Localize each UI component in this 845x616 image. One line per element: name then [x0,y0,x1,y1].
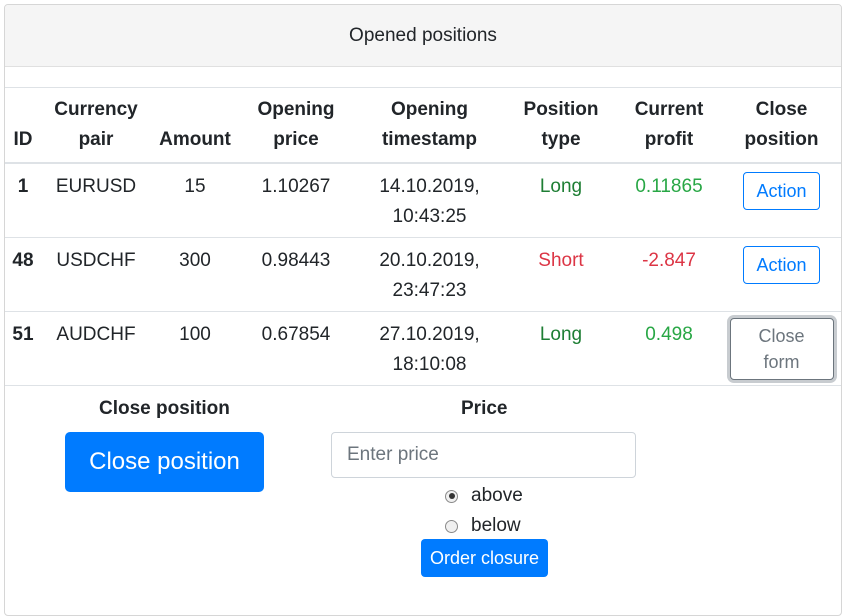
table-header-row: ID Currency pair Amount Opening price Open… [5,88,841,164]
cell-timestamp: 20.10.2019, 23:47:23 [353,237,506,312]
col-header-currency-pair: Currency pair [41,88,151,164]
radio-above-label: above [471,485,523,506]
radio-above[interactable] [445,489,458,503]
cell-action: Close form [722,311,841,386]
cell-id: 48 [5,237,41,312]
cell-timestamp: 14.10.2019, 10:43:25 [353,163,506,238]
cell-amount: 15 [151,163,239,238]
col-header-position-type: Position type [506,88,616,164]
cell-timestamp: 27.10.2019, 18:10:08 [353,311,506,386]
col-header-id: ID [5,88,41,164]
cell-profit: 0.11865 [616,163,722,238]
radio-below[interactable] [445,519,458,533]
cell-type: Short [506,237,616,312]
cell-pair: AUDCHF [41,311,151,386]
cell-pair: USDCHF [41,237,151,312]
action-button[interactable]: Action [743,172,820,210]
cell-type: Long [506,163,616,238]
cell-id: 1 [5,163,41,238]
table-row: 48 USDCHF 300 0.98443 20.10.2019, 23:47:2… [5,237,841,312]
col-header-amount: Amount [151,88,239,164]
cell-action: Action [722,163,841,238]
timestamp-time: 18:10:08 [392,354,467,375]
timestamp-time: 23:47:23 [392,280,467,301]
close-position-label: Close position [99,398,230,419]
order-closure-button[interactable]: Order closure [421,539,548,577]
table-row: 51 AUDCHF 100 0.67854 27.10.2019, 18:10:0… [5,311,841,386]
card-header: Opened positions [5,5,841,67]
cell-profit: -2.847 [616,237,722,312]
col-header-close-position: Close position [722,88,841,164]
cell-id: 51 [5,311,41,386]
price-input[interactable] [331,432,636,478]
close-form-label-2: form [763,352,800,372]
cell-price: 1.10267 [239,163,353,238]
cell-profit: 0.498 [616,311,722,386]
close-form-label-1: Close [758,326,805,346]
timestamp-date: 20.10.2019, [379,250,480,271]
cell-price: 0.67854 [239,311,353,386]
action-button[interactable]: Action [743,246,820,284]
col-header-current-profit: Current profit [616,88,722,164]
radio-above-row[interactable]: above [445,485,523,507]
page-title: Opened positions [349,24,497,46]
radio-below-label: below [471,515,521,536]
cell-pair: EURUSD [41,163,151,238]
cell-price: 0.98443 [239,237,353,312]
cell-action: Action [722,237,841,312]
close-position-form: Close position Close position Price abov… [5,386,841,615]
timestamp-date: 27.10.2019, [379,324,480,345]
radio-below-row[interactable]: below [445,515,521,537]
timestamp-time: 10:43:25 [392,206,467,227]
positions-card: Opened positions ID Currency pair Amount … [4,4,842,616]
cell-amount: 100 [151,311,239,386]
close-position-button[interactable]: Close position [65,432,264,492]
price-label: Price [461,398,508,419]
close-form-button[interactable]: Close form [729,318,834,380]
cell-type: Long [506,311,616,386]
cell-amount: 300 [151,237,239,312]
positions-table: ID Currency pair Amount Opening price Open… [5,88,841,386]
col-header-opening-price: Opening price [239,88,353,164]
col-header-opening-timestamp: Opening timestamp [353,88,506,164]
table-row: 1 EURUSD 15 1.10267 14.10.2019, 10:43:25 … [5,163,841,238]
spacer-row [5,67,841,88]
timestamp-date: 14.10.2019, [379,176,480,197]
